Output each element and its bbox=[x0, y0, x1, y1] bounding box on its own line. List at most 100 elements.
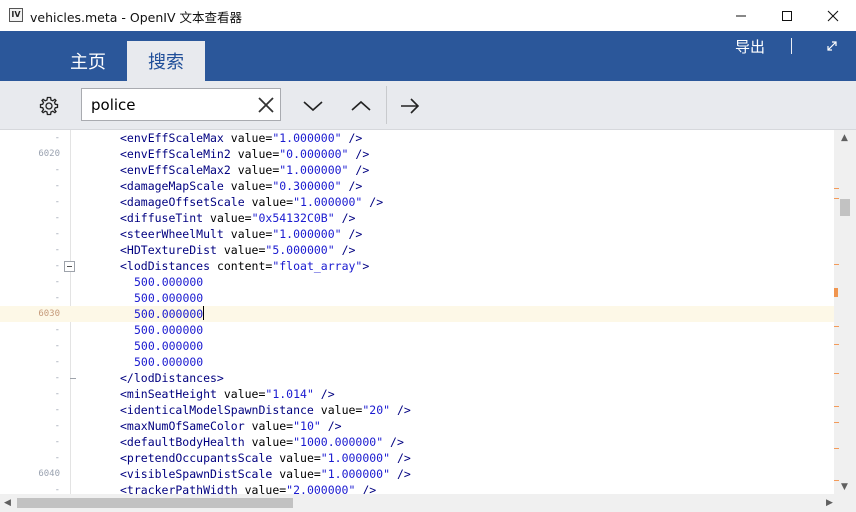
code-text: 500.000000 bbox=[134, 274, 203, 290]
code-line[interactable]: 6040 <visibleSpawnDistScale value="1.0000… bbox=[0, 466, 834, 482]
line-number: - bbox=[54, 277, 60, 287]
line-number: - bbox=[54, 165, 60, 175]
export-button[interactable]: 导出 bbox=[735, 36, 765, 57]
code-token: /> bbox=[341, 179, 363, 193]
minimize-button[interactable] bbox=[718, 0, 764, 31]
code-token: > bbox=[362, 259, 370, 273]
code-line[interactable]: 6020 <envEffScaleMin2 value="0.000000" /> bbox=[0, 146, 834, 162]
horizontal-scrollbar[interactable]: ◀ ▶ bbox=[0, 494, 856, 512]
code-token: <trackerPathWidth bbox=[120, 483, 245, 494]
code-token: <minSeatHeight bbox=[120, 387, 224, 401]
code-text: </lodDistances> bbox=[120, 370, 224, 386]
find-previous-button[interactable] bbox=[348, 95, 374, 117]
line-number: - bbox=[54, 213, 60, 223]
code-line[interactable]: - <trackerPathWidth value="2.000000" /> bbox=[0, 482, 834, 494]
code-line[interactable]: - <damageMapScale value="0.300000" /> bbox=[0, 178, 834, 194]
code-editor[interactable]: - <envEffScaleMax value="1.000000" /> 6020… bbox=[0, 130, 834, 494]
code-token: <envEffScaleMax bbox=[120, 131, 231, 145]
gear-icon bbox=[39, 96, 59, 116]
scroll-right-icon[interactable]: ▶ bbox=[826, 498, 833, 508]
close-window-button[interactable] bbox=[810, 0, 856, 31]
horizontal-scroll-thumb[interactable] bbox=[17, 498, 293, 508]
line-number: - bbox=[54, 229, 60, 239]
tab-search[interactable]: 搜索 bbox=[127, 41, 205, 81]
code-line[interactable]: - <diffuseTint value="0x54132C0B" /> bbox=[0, 210, 834, 226]
code-token: /> bbox=[390, 467, 411, 481]
code-line[interactable]: - <maxNumOfSameColor value="10" /> bbox=[0, 418, 834, 434]
code-text: 500.000000 bbox=[134, 322, 203, 338]
settings-button[interactable] bbox=[37, 94, 61, 118]
search-field bbox=[81, 88, 281, 121]
code-token: /> bbox=[355, 483, 377, 494]
code-token: value= bbox=[230, 227, 273, 241]
find-next-button[interactable] bbox=[300, 95, 326, 117]
code-token: value= bbox=[237, 163, 280, 177]
search-marker bbox=[834, 448, 839, 449]
scroll-up-icon[interactable]: ▲ bbox=[841, 133, 848, 143]
code-line[interactable]: - <identicalModelSpawnDistance value="20"… bbox=[0, 402, 834, 418]
code-token: value= bbox=[230, 131, 273, 145]
code-line[interactable]: - <minSeatHeight value="1.014" /> bbox=[0, 386, 834, 402]
code-token: "1000.000000" bbox=[293, 435, 384, 449]
code-text: <envEffScaleMax2 value="1.000000" /> bbox=[120, 162, 369, 178]
search-marker bbox=[834, 480, 839, 481]
code-text: <visibleSpawnDistScale value="1.000000" … bbox=[120, 466, 411, 482]
code-text: <maxNumOfSameColor value="10" /> bbox=[120, 418, 342, 434]
code-token: <envEffScaleMax2 bbox=[120, 163, 238, 177]
code-line[interactable]: - 500.000000 bbox=[0, 338, 834, 354]
code-token: "1.000000" bbox=[320, 451, 391, 465]
code-line[interactable]: 6030 500.000000 bbox=[0, 306, 834, 322]
code-line[interactable]: - 500.000000 bbox=[0, 290, 834, 306]
code-line[interactable]: - </lodDistances> bbox=[0, 370, 834, 386]
code-token: "10" bbox=[293, 419, 321, 433]
ribbon: 主页 搜索 导出 bbox=[0, 31, 856, 81]
fold-toggle-icon[interactable] bbox=[64, 261, 75, 272]
scroll-down-icon[interactable]: ▼ bbox=[841, 482, 848, 492]
code-line[interactable]: - 500.000000 bbox=[0, 274, 834, 290]
code-text: <damageMapScale value="0.300000" /> bbox=[120, 178, 362, 194]
code-token: value= bbox=[279, 467, 321, 481]
code-line[interactable]: - <damageOffsetScale value="1.000000" /> bbox=[0, 194, 834, 210]
window-title: vehicles.meta - OpenIV 文本查看器 bbox=[30, 10, 242, 25]
code-token: 500.000000 bbox=[134, 275, 204, 289]
code-token: value= bbox=[223, 387, 266, 401]
vertical-scrollbar[interactable]: ▲ ▼ bbox=[834, 130, 856, 494]
vertical-scroll-thumb[interactable] bbox=[840, 199, 850, 216]
scroll-left-icon[interactable]: ◀ bbox=[4, 498, 11, 508]
code-token: <diffuseTint bbox=[120, 211, 211, 225]
go-button[interactable] bbox=[397, 94, 423, 118]
code-token: <damageOffsetScale bbox=[120, 195, 252, 209]
code-line[interactable]: - <pretendOccupantsScale value="1.000000"… bbox=[0, 450, 834, 466]
code-line[interactable]: - 500.000000 bbox=[0, 354, 834, 370]
tab-home[interactable]: 主页 bbox=[56, 41, 120, 81]
code-token: /> bbox=[334, 211, 356, 225]
code-line[interactable]: - <steerWheelMult value="1.000000" /> bbox=[0, 226, 834, 242]
line-number: - bbox=[54, 421, 60, 431]
code-line[interactable]: - <envEffScaleMax2 value="1.000000" /> bbox=[0, 162, 834, 178]
line-number: - bbox=[54, 389, 60, 399]
line-number: - bbox=[54, 293, 60, 303]
text-caret bbox=[203, 306, 205, 320]
code-line[interactable]: - <HDTextureDist value="5.000000" /> bbox=[0, 242, 834, 258]
arrow-right-icon bbox=[401, 98, 420, 114]
code-line[interactable]: - <envEffScaleMax value="1.000000" /> bbox=[0, 130, 834, 146]
code-token: "2.000000" bbox=[286, 483, 356, 494]
code-line[interactable]: - <lodDistances content="float_array"> bbox=[0, 258, 834, 274]
line-number: - bbox=[54, 325, 60, 335]
code-token: value= bbox=[251, 195, 294, 209]
code-token: <envEffScaleMin2 bbox=[120, 147, 238, 161]
line-number: - bbox=[54, 373, 60, 383]
code-text: <minSeatHeight value="1.014" /> bbox=[120, 386, 335, 402]
maximize-button[interactable] bbox=[764, 0, 810, 31]
code-line[interactable]: - 500.000000 bbox=[0, 322, 834, 338]
code-token: value= bbox=[320, 403, 363, 417]
code-line[interactable]: - <defaultBodyHealth value="1000.000000" … bbox=[0, 434, 834, 450]
code-token: "0.300000" bbox=[272, 179, 342, 193]
code-token: value= bbox=[251, 435, 294, 449]
clear-search-button[interactable] bbox=[256, 95, 276, 115]
code-token: "1.000000" bbox=[293, 195, 363, 209]
code-token: value= bbox=[223, 243, 266, 257]
expand-icon[interactable] bbox=[825, 39, 839, 53]
code-token: "20" bbox=[362, 403, 391, 417]
search-input[interactable] bbox=[91, 94, 251, 116]
